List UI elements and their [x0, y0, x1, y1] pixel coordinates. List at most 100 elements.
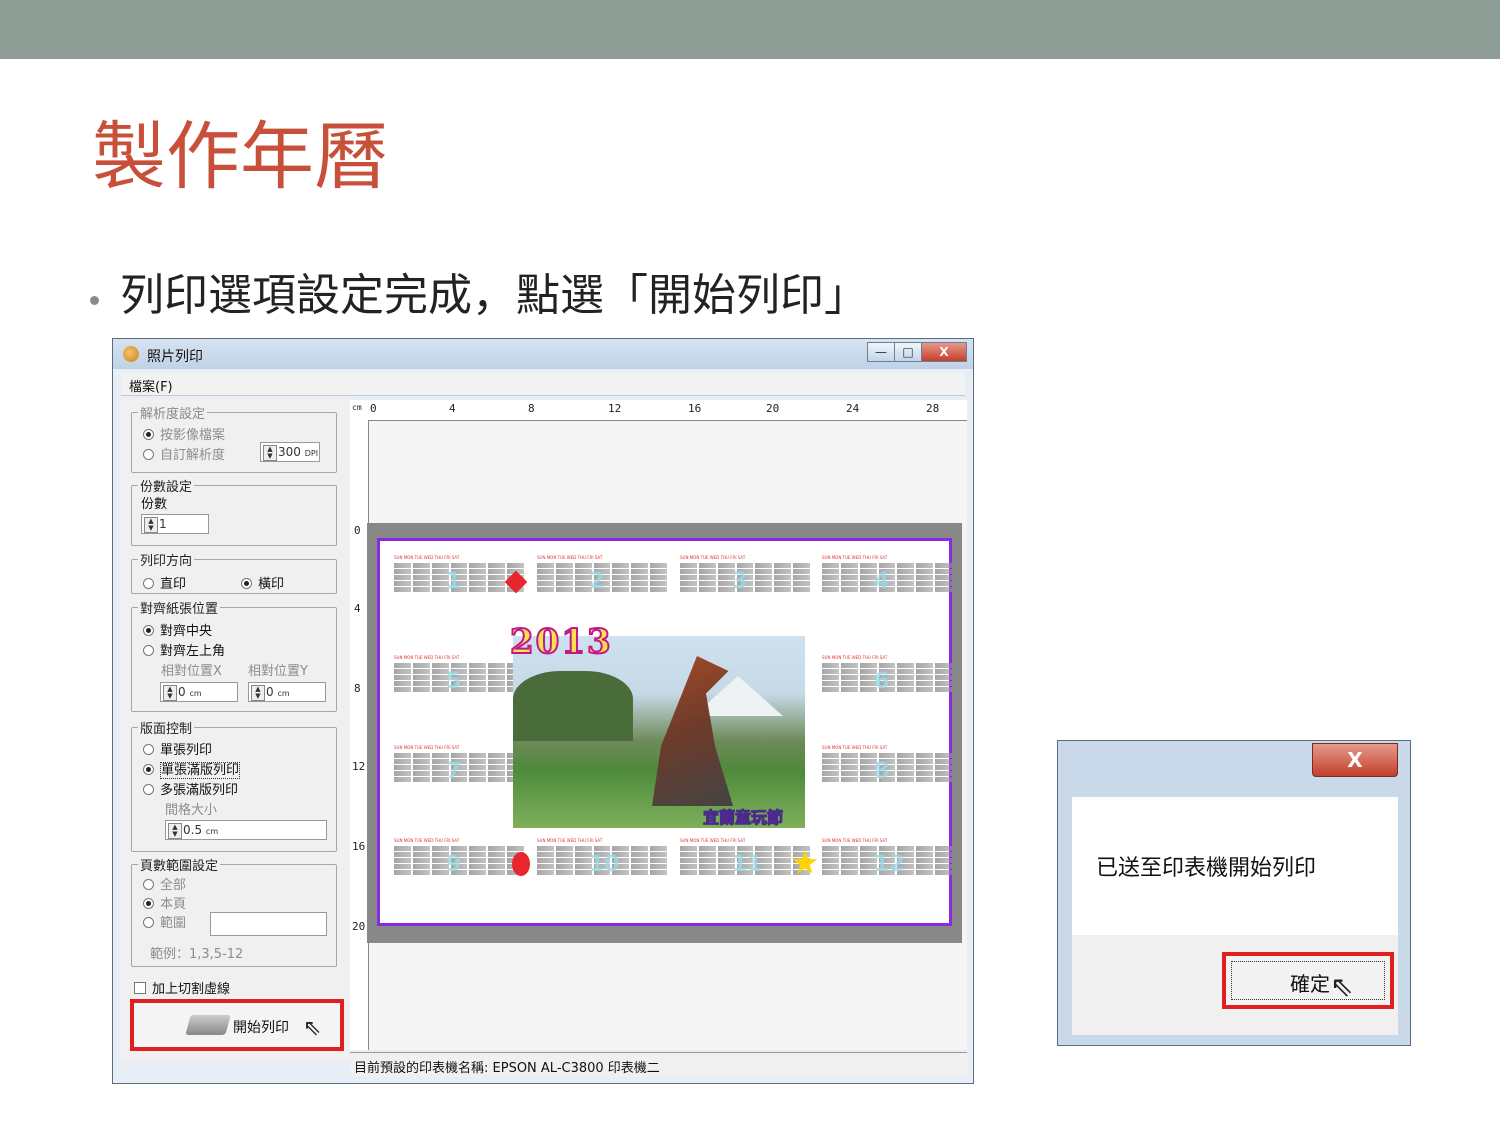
app-icon: [123, 346, 139, 362]
weekday-header: SUN MON TUE WED THU FRI SAT: [822, 655, 888, 660]
horizontal-ruler: cm 0 4 8 12 16 20 24 28: [350, 400, 967, 421]
cursor-arrow-icon: ⇖: [303, 1016, 322, 1041]
month-number: 4: [874, 569, 890, 594]
slide-top-bar: [0, 0, 1500, 59]
radio-pages-range[interactable]: 範圍: [143, 912, 186, 931]
weekday-header: SUN MON TUE WED THU FRI SAT: [537, 555, 603, 560]
menu-bar: 檔案(F): [121, 373, 965, 396]
dialog-cursor-icon: ⇖: [1330, 970, 1354, 1003]
printer-icon: [185, 1015, 231, 1035]
stepper-arrows-icon[interactable]: ▲ ▼: [263, 445, 277, 461]
cut-lines-checkbox[interactable]: 加上切割虛線: [134, 978, 230, 997]
window-controls: — □ X: [867, 342, 967, 362]
calendar-month: SUN MON TUE WED THU FRI SAT 6: [822, 655, 952, 717]
orientation-legend: 列印方向: [140, 554, 193, 569]
rel-x-stepper[interactable]: ▲ ▼ 0 cm: [160, 682, 238, 702]
rel-y-label: 相對位置Y: [248, 664, 308, 679]
weekday-header: SUN MON TUE WED THU FRI SAT: [394, 655, 460, 660]
weekday-header: SUN MON TUE WED THU FRI SAT: [822, 555, 888, 560]
dialog-body: 已送至印表機開始列印: [1072, 797, 1398, 935]
calendar-month: SUN MON TUE WED THU FRI SAT 3: [680, 555, 810, 617]
ok-button[interactable]: 確定: [1222, 952, 1394, 1009]
bullet-dot: [90, 296, 99, 305]
dialog-message: 已送至印表機開始列印: [1096, 856, 1317, 881]
weekday-header: SUN MON TUE WED THU FRI SAT: [394, 555, 460, 560]
month-number: 5: [446, 669, 462, 694]
copies-label: 份數: [141, 497, 168, 512]
pages-legend: 頁數範圍設定: [140, 859, 219, 874]
gap-stepper[interactable]: ▲ ▼ 0.5 cm: [165, 820, 327, 840]
weekday-header: SUN MON TUE WED THU FRI SAT: [680, 555, 746, 560]
calendar-month: SUN MON TUE WED THU FRI SAT 2: [537, 555, 667, 617]
printer-status-text: 目前預設的印表機名稱: EPSON AL-C3800 印表機二: [354, 1061, 660, 1076]
month-number: 1: [446, 569, 462, 594]
radio-align-top-left[interactable]: 對齊左上角: [143, 640, 225, 659]
weekday-header: SUN MON TUE WED THU FRI SAT: [537, 838, 603, 843]
radio-align-center[interactable]: 對齊中央: [143, 620, 212, 639]
dpi-stepper[interactable]: ▲ ▼ 300 DPI: [260, 442, 320, 462]
calendar-month: SUN MON TUE WED THU FRI SAT 8: [822, 745, 952, 807]
stepper-arrows-icon[interactable]: ▲ ▼: [251, 685, 265, 701]
minimize-button[interactable]: —: [867, 342, 895, 362]
weekday-header: SUN MON TUE WED THU FRI SAT: [394, 838, 460, 843]
stepper-arrows-icon[interactable]: ▲ ▼: [163, 685, 177, 701]
rel-y-stepper[interactable]: ▲ ▼ 0 cm: [248, 682, 326, 702]
status-bar: 目前預設的印表機名稱: EPSON AL-C3800 印表機二: [350, 1052, 967, 1077]
photo-trees: [513, 671, 633, 741]
month-number: 9: [446, 852, 462, 877]
alignment-legend: 對齊紙張位置: [140, 602, 219, 617]
layout-legend: 版面控制: [140, 722, 193, 737]
calendar-month: SUN MON TUE WED THU FRI SAT 1: [394, 555, 524, 617]
calendar-month: SUN MON TUE WED THU FRI SAT 9: [394, 838, 524, 900]
calendar-month: SUN MON TUE WED THU FRI SAT 4: [822, 555, 952, 617]
close-button[interactable]: X: [921, 342, 967, 362]
menu-file[interactable]: 檔案(F): [129, 376, 173, 395]
weekday-header: SUN MON TUE WED THU FRI SAT: [822, 745, 888, 750]
month-number: 7: [446, 759, 462, 784]
radio-pages-current[interactable]: 本頁: [143, 893, 186, 912]
confirm-dialog: X 已送至印表機開始列印 確定: [1057, 740, 1411, 1046]
month-number: 2: [589, 569, 605, 594]
calendar-month: SUN MON TUE WED THU FRI SAT 10: [537, 838, 667, 900]
month-number: 12: [874, 852, 905, 877]
radio-single[interactable]: 單張列印: [143, 739, 212, 758]
month-number: 8: [874, 759, 890, 784]
month-number: 3: [732, 569, 748, 594]
stepper-arrows-icon[interactable]: ▲ ▼: [168, 823, 182, 839]
daruma-icon: [512, 852, 530, 876]
window-titlebar[interactable]: 照片列印 — □ X: [113, 339, 973, 369]
radio-pages-all[interactable]: 全部: [143, 874, 186, 893]
pages-example: 範例：1,3,5-12: [150, 947, 244, 962]
calendar-month: SUN MON TUE WED THU FRI SAT 11: [680, 838, 810, 900]
weekday-header: SUN MON TUE WED THU FRI SAT: [394, 745, 460, 750]
dialog-close-button[interactable]: X: [1312, 743, 1398, 777]
weekday-header: SUN MON TUE WED THU FRI SAT: [680, 838, 746, 843]
photo-watermark: 宜蘭童玩節: [702, 808, 784, 828]
calendar-year: 2013: [509, 621, 613, 663]
month-number: 10: [589, 852, 620, 877]
month-number: 6: [874, 669, 890, 694]
radio-by-image[interactable]: 按影像檔案: [143, 424, 225, 443]
weekday-header: SUN MON TUE WED THU FRI SAT: [822, 838, 888, 843]
calendar-photo: 宜蘭童玩節: [513, 636, 805, 828]
radio-portrait[interactable]: 直印: [143, 573, 186, 592]
resolution-legend: 解析度設定: [140, 407, 206, 422]
radio-custom-resolution[interactable]: 自訂解析度: [143, 444, 225, 463]
calendar-month: SUN MON TUE WED THU FRI SAT 7: [394, 745, 524, 807]
month-number: 11: [732, 852, 763, 877]
photo-dinosaur-sculpture: [652, 656, 733, 806]
copies-stepper[interactable]: ▲ ▼ 1: [141, 514, 209, 534]
calendar-month: SUN MON TUE WED THU FRI SAT 12: [822, 838, 952, 900]
bullet-text: 列印選項設定完成，點選「開始列印」: [120, 270, 868, 321]
calendar-month: SUN MON TUE WED THU FRI SAT 5: [394, 655, 524, 717]
range-input[interactable]: [210, 912, 327, 936]
slide-title: 製作年曆: [92, 114, 388, 200]
radio-multi-full[interactable]: 多張滿版列印: [143, 779, 238, 798]
maximize-button[interactable]: □: [894, 342, 922, 362]
window-title: 照片列印: [147, 349, 203, 365]
radio-landscape[interactable]: 橫印: [241, 573, 284, 592]
gap-label: 間格大小: [165, 803, 218, 818]
radio-single-full[interactable]: 單張滿版列印: [143, 759, 241, 779]
rel-x-label: 相對位置X: [161, 664, 222, 679]
stepper-arrows-icon[interactable]: ▲ ▼: [144, 517, 158, 533]
